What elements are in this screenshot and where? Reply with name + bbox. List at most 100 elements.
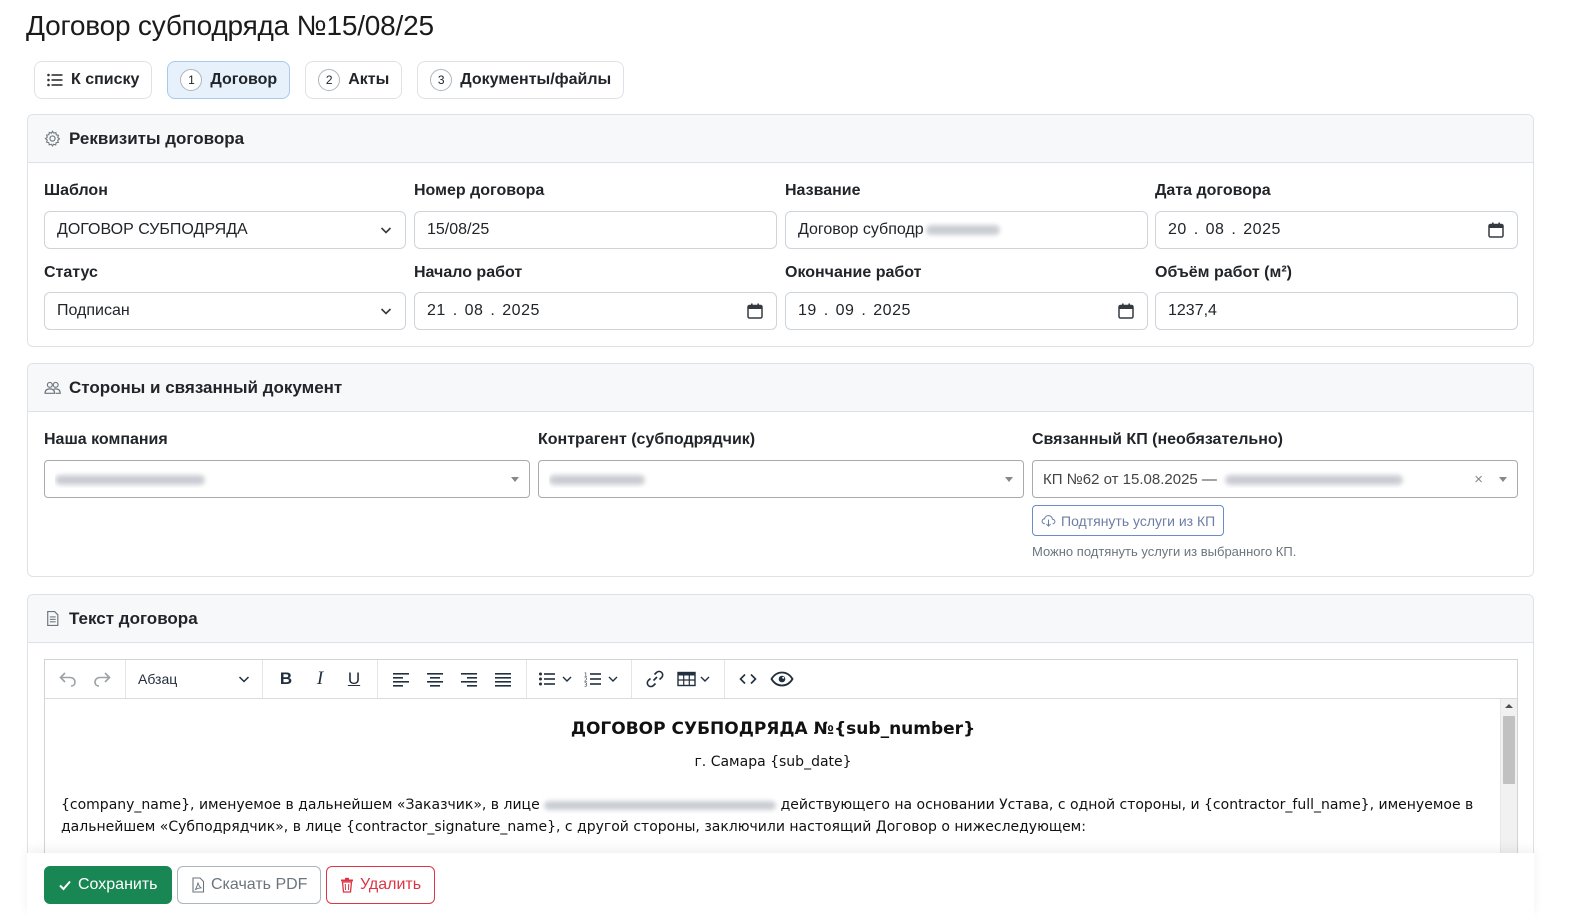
tab-contract[interactable]: 1 Договор bbox=[167, 61, 291, 99]
kp-value-wrap: КП №62 от 15.08.2025 — bbox=[1043, 471, 1474, 488]
parties-title: Стороны и связанный документ bbox=[69, 377, 343, 397]
doc-title: ДОГОВОР СУБПОДРЯДА №{sub_number} bbox=[570, 719, 976, 739]
redo-button[interactable] bbox=[85, 664, 119, 694]
italic-button[interactable]: I bbox=[303, 664, 337, 694]
calendar-icon[interactable] bbox=[1117, 302, 1135, 320]
redacted-text bbox=[55, 474, 205, 485]
align-center-icon bbox=[427, 673, 443, 687]
template-select[interactable]: ДОГОВОР СУБПОДРЯДА bbox=[44, 211, 406, 249]
align-right-button[interactable] bbox=[452, 664, 486, 694]
clear-icon[interactable]: × bbox=[1474, 471, 1483, 488]
redacted-text bbox=[544, 800, 777, 810]
preview-button[interactable] bbox=[765, 664, 799, 694]
svg-text:3: 3 bbox=[584, 683, 588, 688]
tab-label: Акты bbox=[348, 71, 390, 88]
file-pdf-icon bbox=[192, 877, 205, 893]
source-code-button[interactable] bbox=[731, 664, 765, 694]
contractor-label: Контрагент (субподрядчик) bbox=[538, 431, 756, 448]
company-label: Наша компания bbox=[44, 431, 168, 448]
requisites-card: Реквизиты договора Шаблон ДОГОВОР СУБПОД… bbox=[27, 114, 1534, 347]
underline-button[interactable]: U bbox=[337, 664, 371, 694]
align-center-button[interactable] bbox=[418, 664, 452, 694]
volume-value: 1237,4 bbox=[1168, 302, 1217, 319]
action-footer: Сохранить Скачать PDF Удалить bbox=[27, 853, 1534, 916]
volume-input[interactable]: 1237,4 bbox=[1155, 292, 1518, 330]
gear-icon bbox=[44, 130, 61, 147]
bullet-list-button[interactable] bbox=[533, 664, 579, 694]
numbered-list-button[interactable]: 123 bbox=[579, 664, 625, 694]
align-left-icon bbox=[393, 673, 409, 687]
status-select[interactable]: Подписан bbox=[44, 292, 406, 330]
doc-paragraph-part1: {company_name}, именуемое в дальнейшем «… bbox=[61, 797, 540, 813]
editor-toolbar: Абзац B I U 1 2 3 bbox=[45, 660, 1517, 699]
chevron-down-icon bbox=[380, 308, 392, 315]
table-icon bbox=[677, 671, 710, 687]
file-text-icon bbox=[47, 611, 59, 626]
date-label: Дата договора bbox=[1155, 182, 1271, 199]
company-select[interactable] bbox=[44, 460, 530, 498]
tab-number: 1 bbox=[180, 69, 203, 91]
history-group bbox=[45, 660, 126, 698]
align-group bbox=[378, 660, 527, 698]
block-format-group: Абзац bbox=[126, 660, 263, 698]
contract-text-title: Текст договора bbox=[69, 608, 198, 628]
align-justify-icon bbox=[495, 673, 511, 687]
save-button[interactable]: Сохранить bbox=[44, 866, 172, 904]
date-input[interactable]: 20 . 08 . 2025 bbox=[1155, 211, 1518, 249]
numbered-list-icon: 123 bbox=[584, 673, 618, 688]
insert-group bbox=[632, 660, 725, 698]
number-input[interactable]: 15/08/25 bbox=[414, 211, 777, 249]
end-date-input[interactable]: 19 . 09 . 2025 bbox=[785, 292, 1148, 330]
tab-label: Документы/файлы bbox=[460, 71, 612, 88]
redo-icon bbox=[94, 672, 111, 687]
view-group bbox=[725, 660, 805, 698]
kp-select[interactable]: КП №62 от 15.08.2025 — × bbox=[1032, 460, 1518, 498]
pull-services-button[interactable]: Подтянуть услуги из КП bbox=[1032, 505, 1225, 536]
table-button[interactable] bbox=[672, 664, 718, 694]
link-button[interactable] bbox=[638, 664, 672, 694]
contractor-select[interactable] bbox=[538, 460, 1024, 498]
code-icon bbox=[739, 673, 757, 685]
date-value: 20 . 08 . 2025 bbox=[1168, 221, 1281, 238]
link-icon bbox=[646, 670, 664, 688]
delete-label: Удалить bbox=[360, 876, 422, 893]
bold-button[interactable]: B bbox=[269, 664, 303, 694]
tab-label: К списку bbox=[71, 71, 140, 88]
delete-button[interactable]: Удалить bbox=[326, 866, 436, 904]
block-format-select[interactable]: Абзац bbox=[132, 664, 256, 694]
tab-number: 2 bbox=[318, 69, 341, 91]
align-left-button[interactable] bbox=[384, 664, 418, 694]
dropdown-arrow-icon bbox=[1499, 476, 1507, 482]
calendar-icon[interactable] bbox=[746, 302, 764, 320]
download-pdf-button[interactable]: Скачать PDF bbox=[177, 866, 322, 904]
requisites-header: Реквизиты договора bbox=[28, 115, 1533, 163]
name-input[interactable]: Договор субподр bbox=[785, 211, 1148, 249]
eye-icon bbox=[770, 671, 794, 687]
name-label: Название bbox=[785, 182, 861, 199]
requisites-title: Реквизиты договора bbox=[69, 128, 245, 148]
start-date-input[interactable]: 21 . 08 . 2025 bbox=[414, 292, 777, 330]
cloud-download-icon bbox=[1041, 515, 1056, 527]
template-value: ДОГОВОР СУБПОДРЯДА bbox=[57, 221, 248, 238]
tab-acts[interactable]: 2 Акты bbox=[305, 61, 403, 99]
calendar-icon[interactable] bbox=[1487, 221, 1505, 239]
number-value: 15/08/25 bbox=[427, 221, 490, 238]
undo-button[interactable] bbox=[51, 664, 85, 694]
align-justify-button[interactable] bbox=[486, 664, 520, 694]
save-label: Сохранить bbox=[78, 876, 158, 893]
kp-value: КП №62 от 15.08.2025 — bbox=[1043, 470, 1217, 488]
name-value: Договор субподр bbox=[798, 221, 924, 238]
doc-city-date: г. Самара {sub_date} bbox=[694, 754, 852, 770]
tab-back-to-list[interactable]: К списку bbox=[34, 61, 153, 99]
page-title: Договор субподряда №15/08/25 bbox=[26, 10, 434, 41]
chevron-down-icon bbox=[238, 676, 250, 683]
dropdown-arrow-icon bbox=[1005, 476, 1013, 482]
list-icon bbox=[47, 73, 63, 87]
scroll-thumb[interactable] bbox=[1503, 716, 1515, 784]
redacted-text bbox=[1225, 474, 1404, 485]
tabs-bar: К списку 1 Договор 2 Акты 3 Документы/фа… bbox=[34, 61, 625, 99]
tab-documents[interactable]: 3 Документы/файлы bbox=[417, 61, 625, 99]
pull-services-label: Подтянуть услуги из КП bbox=[1061, 512, 1216, 529]
scroll-up-icon[interactable] bbox=[1504, 701, 1514, 711]
contractor-value bbox=[549, 471, 999, 488]
